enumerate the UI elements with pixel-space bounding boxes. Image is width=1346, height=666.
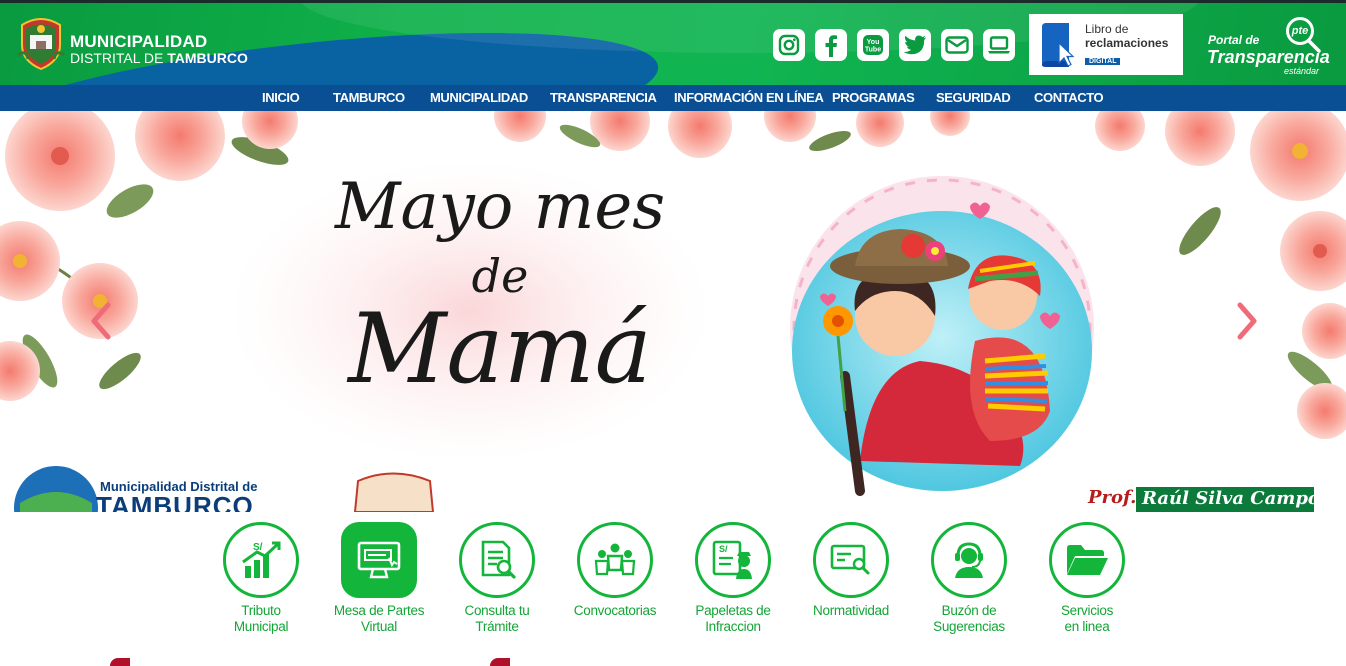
- banner-footer-right-name: Raúl Silva Campos: [1142, 488, 1331, 509]
- carousel-next-button[interactable]: [1234, 301, 1260, 341]
- service-label-line1: Normatividad: [813, 603, 889, 618]
- brand-line2-bold: TAMBURCO: [167, 50, 248, 66]
- mail-icon[interactable]: [941, 29, 973, 61]
- nav-item-municipalidad[interactable]: MUNICIPALIDAD: [430, 85, 528, 111]
- portal-line1: Portal de: [1208, 33, 1260, 47]
- headset-icon: [931, 522, 1007, 598]
- main-nav: INICIO TAMBURCO MUNICIPALIDAD TRANSPAREN…: [0, 85, 1346, 111]
- service-tributo-municipal[interactable]: S/ Tributo Municipal: [211, 522, 311, 635]
- banner-line3: Mamá: [348, 293, 652, 405]
- right-flowers: [1095, 111, 1346, 439]
- banner-footer-right-prefix: Prof.: [1088, 487, 1137, 508]
- mother-child-illustration: [790, 176, 1094, 496]
- portal-line2: Transparencia: [1207, 47, 1330, 67]
- service-label-line1: Buzón de: [941, 603, 997, 618]
- service-label-line2: Sugerencias: [933, 619, 1005, 634]
- document-search-icon: [459, 522, 535, 598]
- service-convocatorias[interactable]: Convocatorias: [565, 522, 665, 619]
- service-label-line1: Tributo: [241, 603, 281, 618]
- service-label-line2: Municipal: [233, 619, 289, 634]
- people-icon: [577, 522, 653, 598]
- social-links: You Tube: [773, 29, 1015, 61]
- virtual-desk-icon: [341, 522, 417, 598]
- folder-icon: [1049, 522, 1125, 598]
- banner-line1: Mayo mes: [334, 170, 666, 244]
- nav-item-contacto[interactable]: CONTACTO: [1034, 85, 1104, 111]
- service-label-line1: Servicios: [1060, 603, 1114, 618]
- top-flowers: [494, 111, 970, 158]
- services-grid: S/ Tributo Municipal Mesa de Partes Virtua…: [0, 512, 1346, 666]
- service-buzon-de-sugerencias[interactable]: Buzón de Sugerencias: [919, 522, 1019, 635]
- service-label-line2: Virtual: [361, 619, 397, 634]
- municipal-crest-logo[interactable]: [16, 15, 66, 71]
- nav-item-informacion-en-linea[interactable]: INFORMACIÓN EN LÍNEA: [674, 85, 824, 111]
- libro-reclamaciones-link[interactable]: Libro de reclamaciones DIGITAL: [1029, 14, 1183, 75]
- service-consulta-tu-tramite[interactable]: Consulta tu Trámite: [447, 522, 547, 635]
- nav-item-inicio[interactable]: INICIO: [262, 85, 300, 111]
- svg-text:S/: S/: [719, 544, 728, 554]
- portal-transparencia-link[interactable]: pte Portal de Transparencia estándar: [1200, 17, 1330, 77]
- brand-title[interactable]: MUNICIPALIDAD DISTRITAL DE TAMBURCO: [70, 33, 248, 66]
- libro-line2: reclamaciones: [1085, 35, 1169, 50]
- banner-headline: Mayo mes de Mamá: [300, 171, 700, 399]
- service-label-line1: Mesa de Partes: [333, 603, 425, 618]
- section-accent-left: [110, 658, 130, 666]
- libro-line3: DIGITAL: [1085, 57, 1121, 65]
- svg-text:Tube: Tube: [865, 47, 881, 54]
- service-mesa-de-partes-virtual[interactable]: Mesa de Partes Virtual: [329, 522, 429, 635]
- service-label-line1: Papeletas de: [695, 603, 771, 618]
- brand-line2: DISTRITAL DE TAMBURCO: [70, 50, 248, 66]
- site-header: MUNICIPALIDAD DISTRITAL DE TAMBURCO You T…: [0, 3, 1346, 85]
- carousel-prev-button[interactable]: [88, 301, 114, 341]
- nav-item-transparencia[interactable]: TRANSPARENCIA: [550, 85, 657, 111]
- svg-text:You: You: [867, 39, 880, 46]
- youtube-icon[interactable]: You Tube: [857, 29, 889, 61]
- libro-line1: Libro de: [1085, 21, 1129, 36]
- svg-text:S/: S/: [253, 542, 263, 553]
- service-label-line2: Trámite: [475, 619, 519, 634]
- facebook-icon[interactable]: [815, 29, 847, 61]
- chevron-right-icon: [1237, 302, 1257, 340]
- ticket-officer-icon: S/: [695, 522, 771, 598]
- banner-footer-left-line2: TAMBURCO: [96, 491, 254, 512]
- nav-item-programas[interactable]: PROGRAMAS: [832, 85, 915, 111]
- service-label-line1: Consulta tu: [464, 603, 530, 618]
- section-accent-right: [490, 658, 510, 666]
- brand-line1: MUNICIPALIDAD: [70, 32, 208, 51]
- service-label-line2: Infraccion: [705, 619, 761, 634]
- nav-item-seguridad[interactable]: SEGURIDAD: [936, 85, 1011, 111]
- twitter-icon[interactable]: [899, 29, 931, 61]
- service-normatividad[interactable]: Normatividad: [801, 522, 901, 619]
- portal-line3: estándar: [1284, 66, 1320, 76]
- service-papeletas-de-infraccion[interactable]: S/ Papeletas de Infraccion: [683, 522, 783, 635]
- brand-line2-prefix: DISTRITAL DE: [70, 50, 168, 66]
- instagram-icon[interactable]: [773, 29, 805, 61]
- service-label-line2: en linea: [1064, 619, 1110, 634]
- card-search-icon: [813, 522, 889, 598]
- chevron-left-icon: [91, 302, 111, 340]
- tax-chart-icon: S/: [223, 522, 299, 598]
- book-icon: [1042, 22, 1075, 67]
- hero-banner[interactable]: Mayo mes de Mamá Municipalidad Distrital…: [0, 111, 1346, 512]
- laptop-icon[interactable]: [983, 29, 1015, 61]
- nav-item-tamburco[interactable]: TAMBURCO: [333, 85, 405, 111]
- service-servicios-en-linea[interactable]: Servicios en linea: [1037, 522, 1137, 635]
- service-label-line1: Convocatorias: [573, 603, 657, 618]
